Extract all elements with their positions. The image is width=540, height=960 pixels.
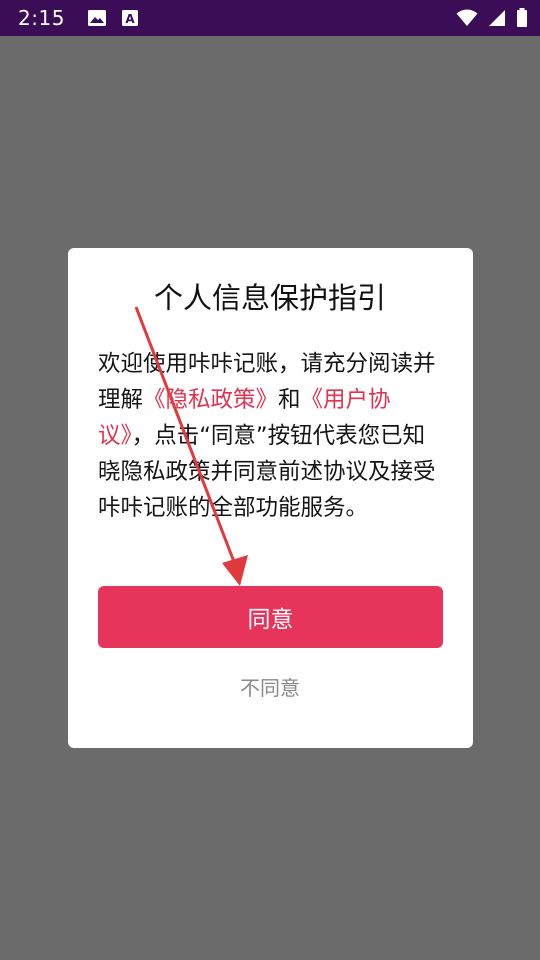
privacy-policy-link[interactable]: 《隐私政策》 (143, 387, 278, 413)
dialog-body: 欢迎使用咔咔记账，请充分阅读并理解《隐私政策》和《用户协议》，点击“同意”按钮代… (98, 346, 444, 526)
agree-button[interactable]: 同意 (98, 586, 443, 648)
wifi-icon (456, 9, 478, 27)
status-right-icons (456, 8, 528, 28)
body-text-rest: ，点击“同意”按钮代表您已知晓隐私政策并同意前述协议及接受咔咔记账的全部功能服务… (98, 423, 436, 521)
font-download-icon: A (121, 9, 139, 27)
image-icon (87, 9, 107, 27)
status-time: 2:15 (18, 6, 65, 30)
status-left-icons: A (87, 9, 139, 27)
battery-icon (516, 8, 528, 28)
signal-icon (488, 9, 506, 27)
dialog-title: 个人信息保护指引 (153, 281, 386, 315)
disagree-button[interactable]: 不同意 (0, 668, 540, 708)
status-bar: 2:15 A (0, 0, 540, 36)
svg-text:A: A (125, 12, 135, 26)
body-text-and: 和 (278, 387, 301, 413)
